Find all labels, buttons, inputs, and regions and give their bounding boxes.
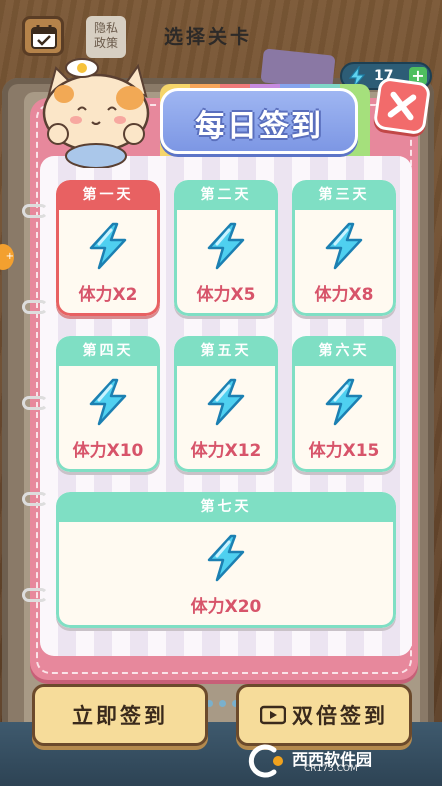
day-card-6[interactable]: 第六天 体力X15 bbox=[292, 336, 396, 472]
day-reward: 体力X12 bbox=[190, 441, 262, 461]
ring bbox=[22, 204, 48, 218]
privacy-label-line1: 隐私 bbox=[93, 21, 118, 35]
lightning-bolt-icon bbox=[89, 222, 127, 270]
close-button[interactable] bbox=[372, 76, 432, 136]
watermark-logo-icon bbox=[248, 744, 283, 778]
day-card-3[interactable]: 第三天 体力X8 bbox=[292, 180, 396, 316]
privacy-label-line2: 政策 bbox=[93, 36, 118, 50]
lightning-bolt-icon bbox=[325, 222, 363, 270]
page-dot bbox=[219, 700, 226, 707]
day-label: 第七天 bbox=[56, 492, 396, 522]
day-reward: 体力X10 bbox=[72, 441, 144, 461]
day-card-5[interactable]: 第五天 体力X12 bbox=[174, 336, 278, 472]
title-banner: 每日签到 bbox=[160, 88, 358, 154]
day-reward: 体力X20 bbox=[190, 597, 262, 617]
close-x-icon bbox=[387, 91, 417, 121]
calendar-button[interactable] bbox=[22, 16, 64, 56]
day-reward: 体力X5 bbox=[196, 285, 256, 305]
double-sign-in-label: 双倍签到 bbox=[292, 704, 388, 728]
lightning-bolt-icon bbox=[207, 378, 245, 426]
lightning-bolt-icon bbox=[89, 378, 127, 426]
ring bbox=[22, 396, 48, 410]
day-label: 第四天 bbox=[56, 336, 160, 366]
ring bbox=[22, 300, 48, 314]
day-reward: 体力X15 bbox=[308, 441, 380, 461]
ring bbox=[22, 492, 48, 506]
lightning-bolt-icon bbox=[207, 534, 245, 582]
day-card-body: 体力X5 bbox=[174, 210, 278, 316]
cat-mascot-icon bbox=[42, 58, 150, 168]
site-watermark: 西西软件园 CR173.COM bbox=[244, 744, 422, 778]
day-card-body: 体力X8 bbox=[292, 210, 396, 316]
day-label: 第五天 bbox=[174, 336, 278, 366]
day-reward: 体力X8 bbox=[314, 285, 374, 305]
day-label: 第六天 bbox=[292, 336, 396, 366]
day-card-2[interactable]: 第二天 体力X5 bbox=[174, 180, 278, 316]
day-card-4[interactable]: 第四天 体力X10 bbox=[56, 336, 160, 472]
sign-in-button[interactable]: 立即签到 bbox=[32, 684, 208, 746]
ring bbox=[22, 588, 48, 602]
sign-in-label: 立即签到 bbox=[72, 704, 168, 728]
day-card-body: 体力X15 bbox=[292, 366, 396, 472]
modal-title: 每日签到 bbox=[195, 109, 323, 144]
day-card-body: 体力X12 bbox=[174, 366, 278, 472]
day-label: 第二天 bbox=[174, 180, 278, 210]
day-card-7[interactable]: 第七天 体力X20 bbox=[56, 492, 396, 628]
video-play-icon bbox=[260, 705, 286, 725]
day-reward: 体力X2 bbox=[78, 285, 138, 305]
privacy-policy-button[interactable]: 隐私 政策 bbox=[86, 16, 126, 58]
day-card-body: 体力X10 bbox=[56, 366, 160, 472]
double-sign-in-button[interactable]: 双倍签到 bbox=[236, 684, 412, 746]
day-card-body: 体力X20 bbox=[56, 522, 396, 628]
page-title: 选择关卡 bbox=[164, 26, 253, 48]
calendar-check-icon bbox=[31, 25, 57, 49]
watermark-url: CR173.COM bbox=[304, 764, 358, 774]
day-card-1[interactable]: 第一天 体力X2 bbox=[56, 180, 160, 316]
day-label: 第一天 bbox=[56, 180, 160, 210]
side-coin-icon: + bbox=[0, 244, 14, 270]
lightning-bolt-icon bbox=[325, 378, 363, 426]
day-card-body: 体力X2 bbox=[56, 210, 160, 316]
lightning-bolt-icon bbox=[207, 222, 245, 270]
day-label: 第三天 bbox=[292, 180, 396, 210]
